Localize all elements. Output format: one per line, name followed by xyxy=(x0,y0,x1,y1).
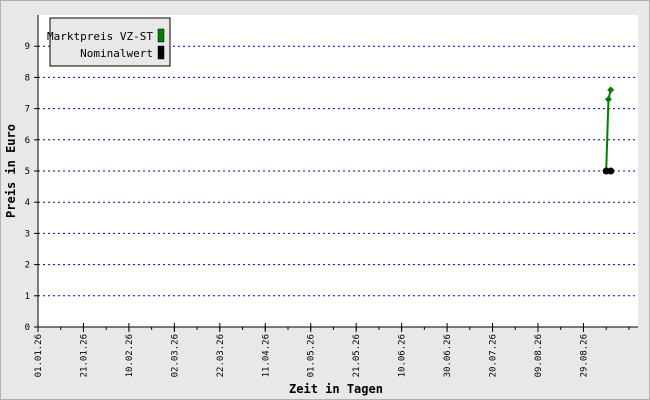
x-tick-label-1: 21.01.26 xyxy=(79,334,89,377)
legend-label-marktpreis: Marktpreis VZ-ST xyxy=(47,30,153,43)
x-tick-label-0: 01.01.26 xyxy=(34,334,44,377)
legend-swatch-nominalwert xyxy=(157,45,165,60)
x-tick-label-10: 20.07.26 xyxy=(489,334,499,377)
legend: Marktpreis VZ-ST Nominalwert xyxy=(47,17,171,67)
y-tick-label-3: 3 xyxy=(25,229,30,239)
y-tick-label-7: 7 xyxy=(25,105,30,115)
x-ticks: 01.01.26 21.01.26 10.02.26 02.03.26 22.03.26… xyxy=(34,323,630,377)
x-tick-label-8: 10.06.26 xyxy=(398,334,408,377)
x-tick-label-4: 22.03.26 xyxy=(216,334,226,377)
x-tick-label-6: 01.05.26 xyxy=(307,334,317,377)
x-tick-label-5: 11.04.26 xyxy=(261,334,271,377)
x-tick-label-2: 10.02.26 xyxy=(125,334,135,377)
y-ticks: 0 1 2 3 4 5 6 7 8 9 xyxy=(25,42,38,333)
x-tick-label-12: 29.08.26 xyxy=(579,334,589,377)
y-tick-label-9: 9 xyxy=(25,42,30,52)
series-1-point-1 xyxy=(607,167,615,175)
y-tick-label-6: 6 xyxy=(25,136,30,146)
y-tick-label-4: 4 xyxy=(25,198,30,208)
y-tick-label-5: 5 xyxy=(25,167,30,177)
x-tick-label-11: 09.08.26 xyxy=(534,334,544,377)
x-axis-title: Zeit in Tagen xyxy=(289,382,383,396)
x-tick-label-3: 02.03.26 xyxy=(170,334,180,377)
y-tick-label-0: 0 xyxy=(25,323,30,333)
y-tick-label-8: 8 xyxy=(25,73,30,83)
y-tick-label-2: 2 xyxy=(25,261,30,271)
legend-swatch-marktpreis xyxy=(157,28,165,43)
legend-label-nominalwert: Nominalwert xyxy=(80,47,153,60)
price-chart: 0 1 2 3 4 5 6 7 8 9 01.01.26 21.01.26 10.02.26 02.03… xyxy=(4,15,638,396)
x-tick-label-9: 30.06.26 xyxy=(443,334,453,377)
x-tick-label-7: 21.05.26 xyxy=(352,334,362,377)
y-axis-title: Preis in Euro xyxy=(4,124,18,218)
y-tick-label-1: 1 xyxy=(25,292,30,302)
